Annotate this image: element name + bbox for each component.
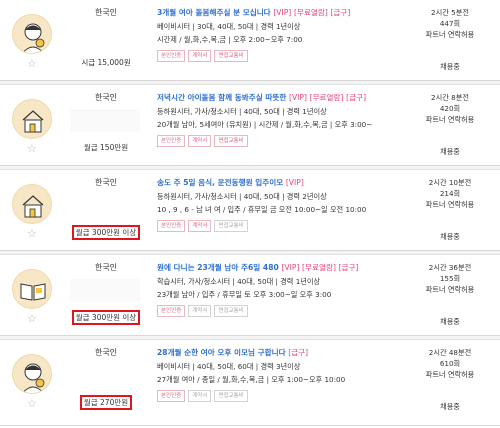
favorite-star-icon[interactable]: ☆ bbox=[27, 398, 37, 409]
nationality-label: 한국인 bbox=[94, 178, 118, 187]
posted-time: 2시간 8분전 bbox=[431, 93, 469, 102]
interview-fee-badge: 면접교통비 bbox=[214, 220, 248, 232]
favorite-star-icon[interactable]: ☆ bbox=[27, 58, 37, 69]
job-type-line: 학습시터, 가사/청소시터 | 40대, 50대 | 경력 1년이상 bbox=[157, 277, 321, 286]
wage-label: 월급 300만원 이상 bbox=[60, 310, 152, 325]
job-post-card[interactable]: ☆ 한국인 월급 270만원 28개월 순한 여아 오후 이모님 구합니다 [급… bbox=[0, 340, 500, 426]
job-type-line: 등하원시터, 가사/청소시터 | 40대, 50대 | 경력 1년이상 bbox=[157, 107, 327, 116]
contact-permission: 파트너 연락허용 bbox=[425, 30, 475, 39]
contact-permission: 파트너 연락허용 bbox=[425, 285, 475, 294]
hiring-status: 채용중 bbox=[440, 232, 460, 241]
view-count: 214회 bbox=[439, 189, 461, 198]
contract-badge: 계약서 bbox=[188, 135, 212, 147]
urgent-tag: [급구] bbox=[330, 8, 351, 17]
baby-sitter-avatar-icon bbox=[12, 14, 52, 54]
wage-label: 시급 15,000원 bbox=[81, 58, 131, 67]
house-avatar-icon bbox=[12, 99, 52, 139]
interview-fee-badge: 면접교통비 bbox=[214, 305, 248, 317]
free-view-tag: [무료열람] bbox=[309, 93, 344, 102]
schedule-line: 시간제 / 월,화,수,목,금 | 오후 2:00~오후 7:00 bbox=[157, 35, 303, 44]
view-count: 155회 bbox=[439, 274, 461, 283]
hiring-status: 채용중 bbox=[440, 147, 460, 156]
post-title-link[interactable]: 송도 주 5일 음식, 운전동행원 입주이모 [VIP] bbox=[157, 177, 397, 188]
schedule-line: 23개월 남아 / 입주 / 휴무일 토 오후 3:00~일 오후 3:00 bbox=[157, 290, 332, 299]
book-avatar-icon bbox=[12, 269, 52, 309]
contract-badge: 계약서 bbox=[188, 220, 212, 232]
contact-permission: 파트너 연락허용 bbox=[425, 370, 475, 379]
job-post-card[interactable]: ☆ 한국인 월급 150만원 저녁시간 아이돌봄 함께 동봐주실 따뜻한 [VI… bbox=[0, 85, 500, 166]
schedule-line: 20개월 남아, 5세여아 (유치원) | 시간제 / 월,화,수,목,금 | … bbox=[157, 120, 373, 129]
job-post-list: ☆ 한국인 시급 15,000원 3개월 여아 돌봄해주실 분 모십니다 [VI… bbox=[0, 0, 500, 426]
identity-verified-badge: 본인인증 bbox=[157, 50, 186, 62]
hiring-status: 채용중 bbox=[440, 402, 460, 411]
favorite-star-icon[interactable]: ☆ bbox=[27, 228, 37, 239]
post-title-link[interactable]: 저녁시간 아이돌봄 함께 동봐주실 따뜻한 [VIP] [무료열람] [급구] bbox=[157, 92, 397, 103]
wage-label: 월급 150만원 bbox=[83, 143, 129, 152]
nationality-label: 한국인 bbox=[94, 93, 118, 102]
urgent-tag: [급구] bbox=[346, 93, 367, 102]
post-title-link[interactable]: 3개월 여아 돌봄해주실 분 모십니다 [VIP] [무료열람] [급구] bbox=[157, 7, 397, 18]
badge-row: 본인인증 계약서 면접교통비 bbox=[157, 305, 397, 317]
nationality-label: 한국인 bbox=[94, 263, 118, 272]
badge-row: 본인인증 계약서 면접교통비 bbox=[157, 220, 397, 232]
post-meta: 2시간 36분전 155회 파트너 연락허용 채용중 bbox=[400, 262, 500, 327]
contract-badge: 계약서 bbox=[188, 390, 212, 402]
job-type-line: 등하원시터, 가사/청소시터 | 40대, 50대 | 경력 2년이상 bbox=[157, 192, 327, 201]
badge-row: 본인인증 계약서 면접교통비 bbox=[157, 50, 397, 62]
post-meta: 2시간 8분전 420회 파트너 연락허용 채용중 bbox=[400, 92, 500, 157]
view-count: 420회 bbox=[439, 104, 461, 113]
view-count: 610회 bbox=[439, 359, 461, 368]
job-post-card[interactable]: ☆ 한국인 월급 300만원 이상 원에 다니는 23개월 남아 주6일 480… bbox=[0, 255, 500, 336]
free-view-tag: [무료열람] bbox=[302, 263, 336, 272]
nationality-label: 한국인 bbox=[94, 8, 118, 17]
favorite-star-icon[interactable]: ☆ bbox=[27, 313, 37, 324]
favorite-star-icon[interactable]: ☆ bbox=[27, 143, 37, 154]
contract-badge: 계약서 bbox=[188, 305, 212, 317]
contact-permission: 파트너 연락허용 bbox=[425, 115, 475, 124]
contact-permission: 파트너 연락허용 bbox=[425, 200, 475, 209]
post-meta: 2시간 48분전 610회 파트너 연락허용 채용중 bbox=[400, 347, 500, 412]
interview-fee-badge: 면접교통비 bbox=[214, 390, 248, 402]
job-type-line: 베이비시터 | 30대, 40대, 50대 | 경력 1년이상 bbox=[157, 22, 301, 31]
urgent-tag: [급구] bbox=[288, 348, 309, 357]
post-title-link[interactable]: 원에 다니는 23개월 남아 주6일 480 [VIP] [무료열람] [급구] bbox=[157, 262, 397, 273]
vip-tag: [VIP] bbox=[289, 93, 307, 102]
urgent-tag: [급구] bbox=[338, 263, 359, 272]
badge-row: 본인인증 계약서 면접교통비 bbox=[157, 390, 397, 402]
vip-tag: [VIP] bbox=[281, 263, 300, 272]
contract-badge: 계약서 bbox=[188, 50, 212, 62]
posted-time: 2시간 10분전 bbox=[428, 178, 472, 187]
interview-fee-badge: 면접교통비 bbox=[214, 135, 248, 147]
blurred-photo bbox=[70, 279, 140, 302]
posted-time: 2시간 48분전 bbox=[428, 348, 472, 357]
post-meta: 2시간 10분전 214회 파트너 연락허용 채용중 bbox=[400, 177, 500, 242]
identity-verified-badge: 본인인증 bbox=[157, 305, 186, 317]
identity-verified-badge: 본인인증 bbox=[157, 220, 186, 232]
post-meta: 2시간 5분전 447회 파트너 연락허용 채용중 bbox=[400, 7, 500, 72]
hiring-status: 채용중 bbox=[440, 317, 460, 326]
vip-tag: [VIP] bbox=[285, 178, 304, 187]
posted-time: 2시간 5분전 bbox=[431, 8, 469, 17]
wage-label: 월급 270만원 bbox=[60, 395, 152, 410]
interview-fee-badge: 면접교통비 bbox=[214, 50, 248, 62]
posted-time: 2시간 36분전 bbox=[428, 263, 472, 272]
hiring-status: 채용중 bbox=[440, 62, 460, 71]
nationality-label: 한국인 bbox=[94, 348, 118, 357]
schedule-line: 10 , 9 , 6 - 남 녀 여 / 입주 / 휴무일 금 오전 10:00… bbox=[157, 205, 367, 214]
free-view-tag: [무료열람] bbox=[293, 8, 328, 17]
post-title-link[interactable]: 28개월 순한 여아 오후 이모님 구합니다 [급구] bbox=[157, 347, 397, 358]
job-post-card[interactable]: ☆ 한국인 월급 300만원 이상 송도 주 5일 음식, 운전동행원 입주이모… bbox=[0, 170, 500, 251]
baby-sitter-avatar-icon bbox=[12, 354, 52, 394]
blurred-photo bbox=[70, 109, 140, 132]
job-post-card[interactable]: ☆ 한국인 시급 15,000원 3개월 여아 돌봄해주실 분 모십니다 [VI… bbox=[0, 0, 500, 81]
identity-verified-badge: 본인인증 bbox=[157, 390, 186, 402]
identity-verified-badge: 본인인증 bbox=[157, 135, 186, 147]
wage-label: 월급 300만원 이상 bbox=[60, 225, 152, 240]
job-type-line: 베이비시터 | 40대, 50대, 60대 | 경력 3년이상 bbox=[157, 362, 301, 371]
vip-tag: [VIP] bbox=[273, 8, 292, 17]
badge-row: 본인인증 계약서 면접교통비 bbox=[157, 135, 397, 147]
house-avatar-icon bbox=[12, 184, 52, 224]
schedule-line: 27개월 여아 / 종일 / 월,화,수,목,금 | 오후 1:00~오후 10… bbox=[157, 375, 346, 384]
view-count: 447회 bbox=[439, 19, 461, 28]
